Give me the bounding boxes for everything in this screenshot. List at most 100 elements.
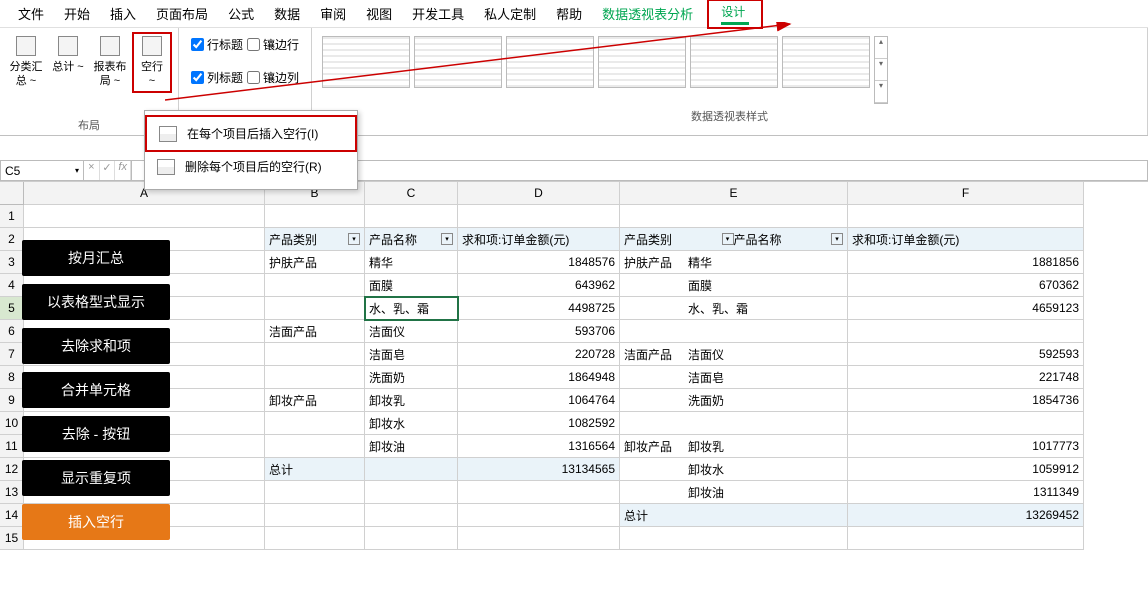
callout[interactable]: 显示重复项: [22, 460, 170, 496]
cell[interactable]: [620, 412, 848, 435]
cell[interactable]: 洁面仪: [365, 320, 458, 343]
callout[interactable]: 去除求和项: [22, 328, 170, 364]
tab-home[interactable]: 开始: [54, 0, 100, 27]
cell[interactable]: [265, 481, 365, 504]
cell[interactable]: 1311349: [848, 481, 1084, 504]
tab-view[interactable]: 视图: [356, 0, 402, 27]
cell[interactable]: 总计: [620, 504, 848, 527]
tab-pagelayout[interactable]: 页面布局: [146, 0, 218, 27]
cell[interactable]: 产品名称 ▾: [365, 228, 458, 251]
cell[interactable]: 卸妆水: [620, 458, 848, 481]
cell[interactable]: [458, 205, 620, 228]
check-rowheaders[interactable]: 行标题: [191, 36, 243, 53]
cell[interactable]: [365, 504, 458, 527]
cell[interactable]: [848, 205, 1084, 228]
tab-devtools[interactable]: 开发工具: [402, 0, 474, 27]
cell[interactable]: 总计: [265, 458, 365, 481]
check-colheaders[interactable]: 列标题: [191, 69, 243, 86]
tab-pivotanalyze[interactable]: 数据透视表分析: [592, 0, 703, 27]
cell[interactable]: [265, 366, 365, 389]
cell[interactable]: 洗面奶: [365, 366, 458, 389]
blankrows-button[interactable]: 空行 ~: [132, 32, 172, 93]
cell[interactable]: 洗面奶: [620, 389, 848, 412]
cell[interactable]: 1064764: [458, 389, 620, 412]
tab-data[interactable]: 数据: [264, 0, 310, 27]
cell[interactable]: 卸妆产品卸妆乳: [620, 435, 848, 458]
style-thumb[interactable]: [414, 36, 502, 88]
cell[interactable]: 护肤产品精华: [620, 251, 848, 274]
cell[interactable]: 1854736: [848, 389, 1084, 412]
name-box[interactable]: C5▾: [0, 160, 84, 181]
cell[interactable]: [265, 297, 365, 320]
cell[interactable]: 洁面产品洁面仪: [620, 343, 848, 366]
cell[interactable]: 面膜: [620, 274, 848, 297]
cell[interactable]: 220728: [458, 343, 620, 366]
cell[interactable]: [848, 320, 1084, 343]
cell[interactable]: [848, 412, 1084, 435]
cell[interactable]: 卸妆油: [365, 435, 458, 458]
callout[interactable]: 去除 - 按钮: [22, 416, 170, 452]
col-head[interactable]: E: [620, 182, 848, 205]
cell[interactable]: [620, 205, 848, 228]
row-head[interactable]: 6: [0, 320, 24, 343]
cell[interactable]: 求和项:订单金额(元): [458, 228, 620, 251]
cell[interactable]: 洁面产品: [265, 320, 365, 343]
callout[interactable]: 以表格型式显示: [22, 284, 170, 320]
cell[interactable]: 求和项:订单金额(元): [848, 228, 1084, 251]
cell[interactable]: [265, 412, 365, 435]
col-head[interactable]: D: [458, 182, 620, 205]
cell[interactable]: 卸妆乳: [365, 389, 458, 412]
style-thumb[interactable]: [598, 36, 686, 88]
row-head[interactable]: 12: [0, 458, 24, 481]
cell[interactable]: [365, 458, 458, 481]
cell[interactable]: 592593: [848, 343, 1084, 366]
cell[interactable]: 221748: [848, 366, 1084, 389]
cell[interactable]: 643962: [458, 274, 620, 297]
style-thumb[interactable]: [506, 36, 594, 88]
insert-blank-row-item[interactable]: 在每个项目后插入空行(I): [145, 115, 357, 152]
col-head[interactable]: F: [848, 182, 1084, 205]
cell[interactable]: 卸妆油: [620, 481, 848, 504]
formula-buttons[interactable]: ×✓fx: [84, 160, 132, 181]
callout-active[interactable]: 插入空行: [22, 504, 170, 540]
tab-insert[interactable]: 插入: [100, 0, 146, 27]
cell[interactable]: 4498725: [458, 297, 620, 320]
row-head[interactable]: 15: [0, 527, 24, 550]
cell[interactable]: 产品类别▾ 产品名称 ▾: [620, 228, 848, 251]
row-head[interactable]: 2: [0, 228, 24, 251]
tab-file[interactable]: 文件: [8, 0, 54, 27]
cell[interactable]: 洁面皂: [365, 343, 458, 366]
cell[interactable]: [620, 527, 848, 550]
tab-design[interactable]: 设计: [707, 0, 763, 29]
cell[interactable]: 1316564: [458, 435, 620, 458]
cell[interactable]: 13134565: [458, 458, 620, 481]
cell[interactable]: [458, 504, 620, 527]
cell[interactable]: 水、乳、霜: [365, 297, 458, 320]
row-head[interactable]: 3: [0, 251, 24, 274]
check-bandedrows[interactable]: 镶边行: [247, 36, 299, 53]
cell[interactable]: 1082592: [458, 412, 620, 435]
style-gallery-more[interactable]: ▴▾▾: [874, 36, 888, 104]
cell[interactable]: 1059912: [848, 458, 1084, 481]
cell[interactable]: [265, 435, 365, 458]
cell[interactable]: [365, 205, 458, 228]
col-head[interactable]: C: [365, 182, 458, 205]
tab-help[interactable]: 帮助: [546, 0, 592, 27]
style-thumb[interactable]: [322, 36, 410, 88]
row-head[interactable]: 1: [0, 205, 24, 228]
cell[interactable]: [265, 343, 365, 366]
row-head[interactable]: 4: [0, 274, 24, 297]
cell[interactable]: 面膜: [365, 274, 458, 297]
cell[interactable]: 670362: [848, 274, 1084, 297]
cell[interactable]: [265, 504, 365, 527]
row-head[interactable]: 8: [0, 366, 24, 389]
row-head[interactable]: 11: [0, 435, 24, 458]
cell[interactable]: 卸妆产品: [265, 389, 365, 412]
row-head[interactable]: 9: [0, 389, 24, 412]
check-bandedcols[interactable]: 镶边列: [247, 69, 299, 86]
row-head[interactable]: 14: [0, 504, 24, 527]
reportlayout-button[interactable]: 报表布 局 ~: [90, 32, 130, 93]
cell[interactable]: [24, 205, 265, 228]
cell[interactable]: [265, 205, 365, 228]
style-thumb[interactable]: [782, 36, 870, 88]
